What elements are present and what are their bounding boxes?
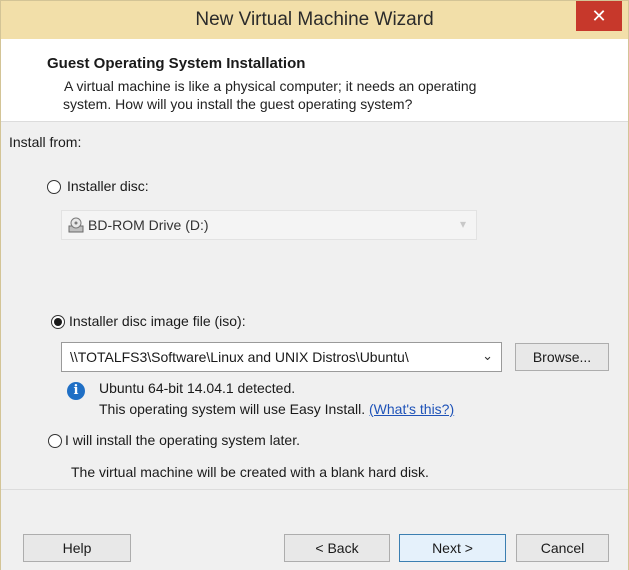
wizard-header: Guest Operating System Installation A vi…	[1, 39, 628, 122]
info-icon: i	[67, 382, 85, 400]
install-later-radio[interactable]	[48, 434, 62, 448]
disc-drive-icon	[68, 217, 84, 233]
whats-this-link[interactable]: (What's this?)	[369, 401, 454, 417]
easy-install-text: This operating system will use Easy Inst…	[99, 401, 455, 417]
chevron-down-icon[interactable]: ⌄	[482, 348, 493, 364]
iso-path-value: \\TOTALFS3\Software\Linux and UNIX Distr…	[70, 349, 409, 365]
drive-select-value: BD-ROM Drive (D:)	[88, 217, 209, 233]
title-bar: New Virtual Machine Wizard ✕	[1, 1, 628, 39]
installer-disc-radio[interactable]	[47, 180, 61, 194]
page-description: A virtual machine is like a physical com…	[63, 78, 477, 112]
blank-disk-note: The virtual machine will be created with…	[71, 464, 429, 480]
back-button[interactable]: < Back	[284, 534, 390, 562]
iso-path-combo[interactable]: \\TOTALFS3\Software\Linux and UNIX Distr…	[61, 342, 502, 372]
drive-select: BD-ROM Drive (D:) ▾	[61, 210, 477, 240]
iso-radio[interactable]	[51, 315, 65, 329]
wizard-footer: Help < Back Next > Cancel	[1, 489, 628, 570]
detected-os-text: Ubuntu 64-bit 14.04.1 detected.	[99, 380, 296, 396]
page-title: Guest Operating System Installation	[47, 55, 306, 72]
installer-disc-label[interactable]: Installer disc:	[67, 178, 149, 194]
window-title: New Virtual Machine Wizard	[195, 9, 434, 30]
cancel-button[interactable]: Cancel	[516, 534, 609, 562]
wizard-window: New Virtual Machine Wizard ✕ Guest Opera…	[0, 0, 629, 570]
chevron-down-icon: ▾	[459, 217, 466, 231]
install-later-label[interactable]: I will install the operating system late…	[65, 432, 300, 448]
next-button[interactable]: Next >	[399, 534, 506, 562]
help-button[interactable]: Help	[23, 534, 131, 562]
wizard-body: Install from: Installer disc: BD-ROM Dri…	[1, 122, 628, 488]
install-from-label: Install from:	[9, 134, 82, 150]
browse-button[interactable]: Browse...	[515, 343, 609, 371]
close-button[interactable]: ✕	[576, 1, 622, 31]
iso-label[interactable]: Installer disc image file (iso):	[69, 313, 246, 329]
